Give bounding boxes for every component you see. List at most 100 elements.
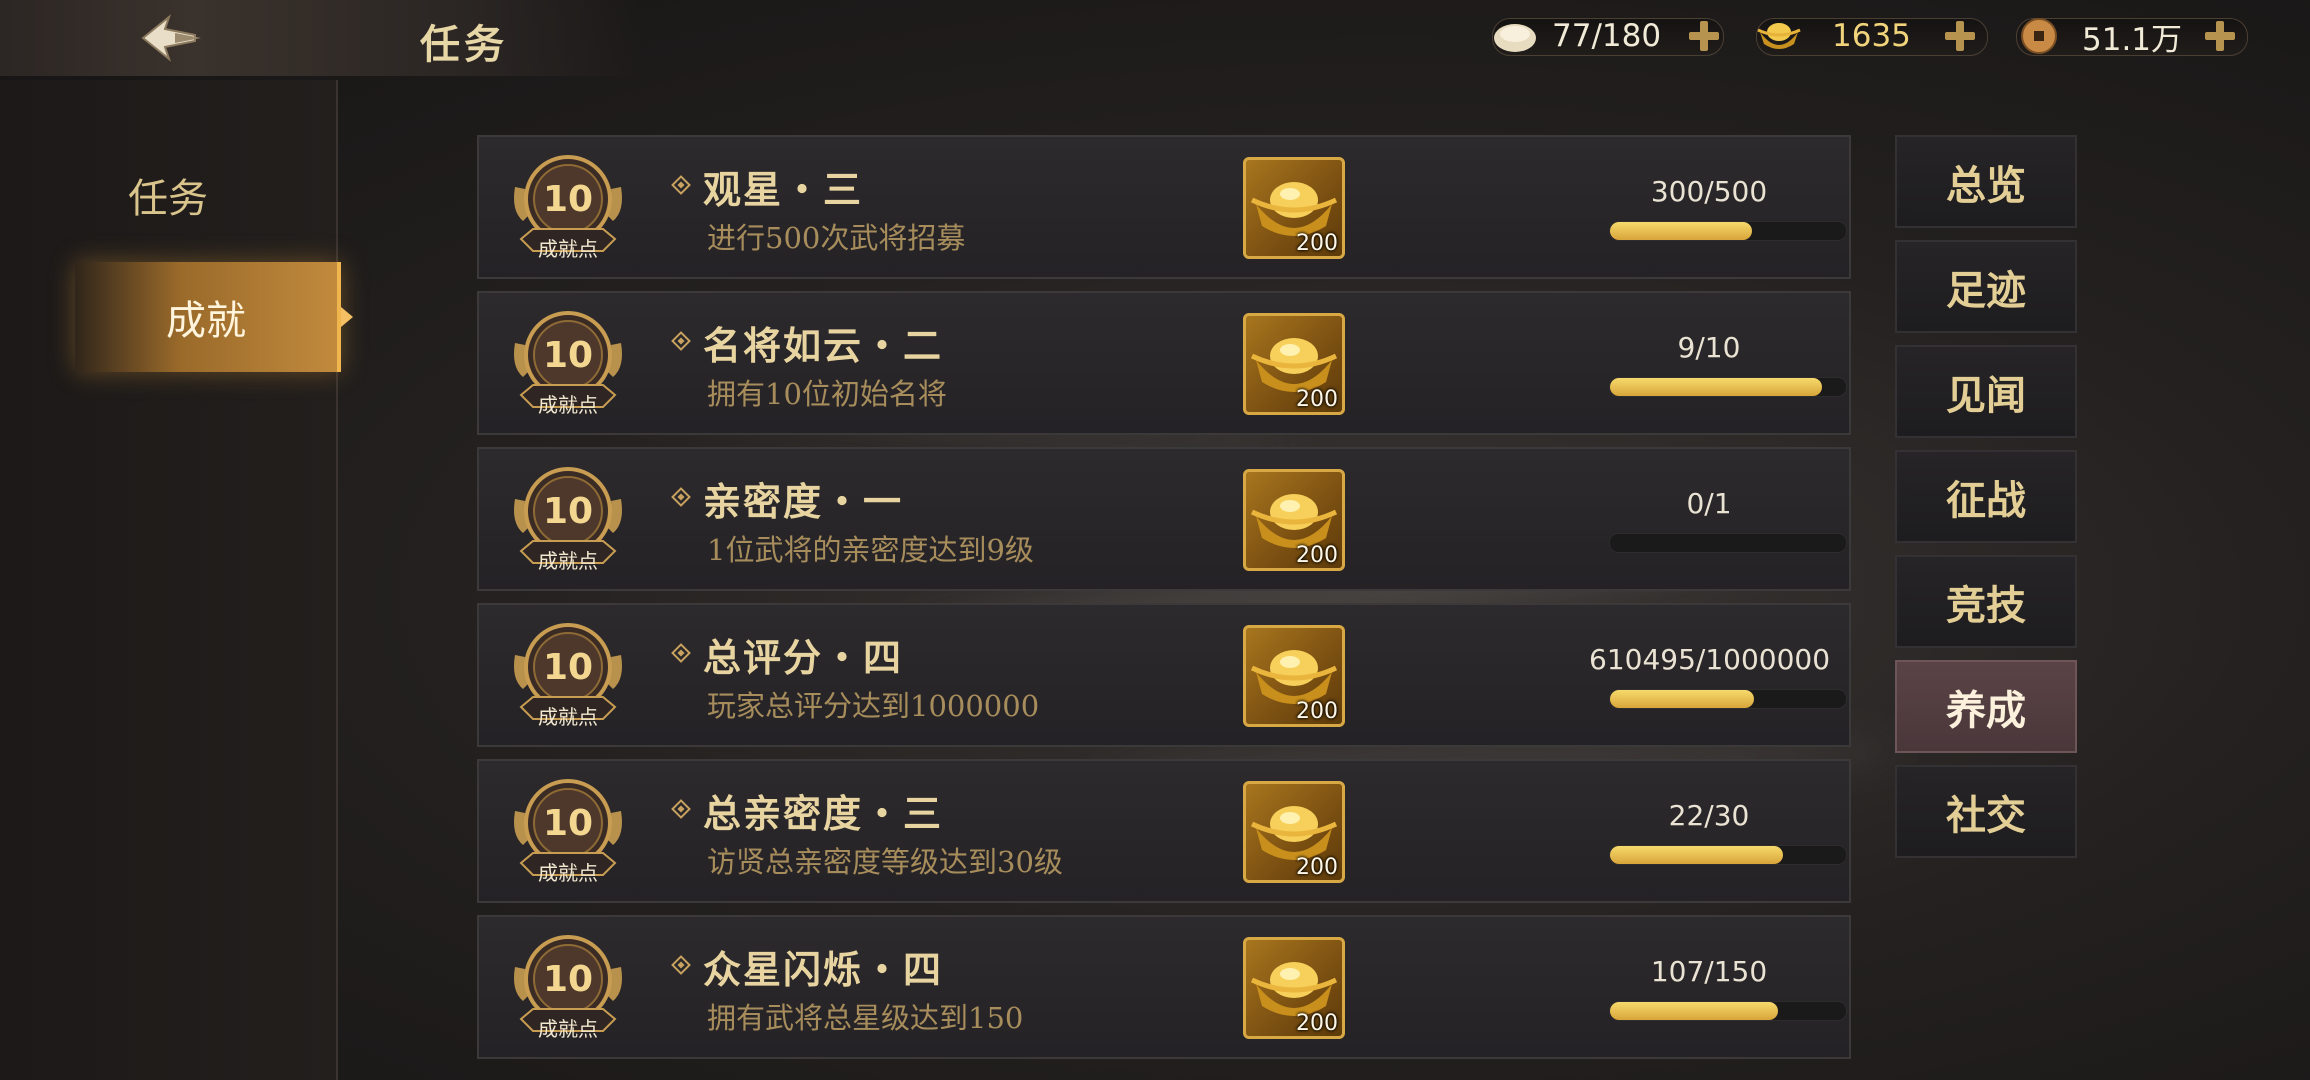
progress-text: 300/500 [1650, 175, 1768, 208]
tab-knowledge[interactable]: 见闻 [1895, 345, 2077, 438]
achievement-name: 观星・三 [703, 167, 864, 212]
achievement-points-label: 成就点 [538, 549, 598, 573]
progress-bar-fill [1610, 846, 1783, 864]
diamond-bullet-icon [671, 799, 691, 819]
tab-label: 竞技 [1946, 581, 2026, 629]
tab-label: 见闻 [1946, 371, 2026, 419]
gold-resource: 1635 [1756, 14, 1990, 58]
achievement-name: 亲密度・一 [703, 479, 904, 524]
diamond-bullet-icon [671, 175, 691, 195]
reward-count: 200 [1296, 699, 1338, 724]
sidebar-item-achievements[interactable]: 成就 [75, 262, 353, 372]
reward-item[interactable]: 200 [1243, 313, 1345, 415]
achievement-row[interactable]: 10 成就点 总评分・四 玩家总评分达到1000000 200 610495/1… [477, 603, 1851, 747]
progress-text: 22/30 [1668, 799, 1750, 832]
back-button[interactable] [135, 10, 205, 66]
achievement-name: 总评分・四 [703, 635, 904, 680]
diamond-bullet-icon [671, 487, 691, 507]
progress-text: 107/150 [1650, 955, 1768, 988]
achievement-name: 总亲密度・三 [703, 791, 944, 836]
tab-cultivation[interactable]: 养成 [1895, 660, 2077, 753]
copper-value: 51.1万 [2082, 21, 2183, 58]
copper-coin-icon [2016, 14, 2062, 58]
achievement-points: 10 [542, 647, 594, 688]
reward-item[interactable]: 200 [1243, 625, 1345, 727]
progress-bar [1609, 845, 1847, 865]
progress-bar [1609, 689, 1847, 709]
achievement-points-label: 成就点 [538, 705, 598, 729]
diamond-bullet-icon [671, 331, 691, 351]
sidebar-item-label: 任务 [128, 176, 208, 222]
reward-item[interactable]: 200 [1243, 937, 1345, 1039]
tab-overview[interactable]: 总览 [1895, 135, 2077, 228]
tab-arena[interactable]: 竞技 [1895, 555, 2077, 648]
progress-text: 610495/1000000 [1589, 643, 1831, 676]
achievement-points-label: 成就点 [538, 237, 598, 261]
achievement-points-label: 成就点 [538, 1017, 598, 1041]
achievement-points-medal: 10 成就点 [509, 151, 627, 267]
reward-item[interactable]: 200 [1243, 157, 1345, 259]
plus-icon [1945, 21, 1975, 51]
gold-value: 1635 [1832, 18, 1911, 54]
reward-count: 200 [1296, 855, 1338, 880]
progress-bar-fill [1610, 690, 1754, 708]
achievement-description: 1位武将的亲密度达到9级 [707, 533, 1034, 567]
gold-ingot-icon [1756, 14, 1802, 58]
achievement-points-medal: 10 成就点 [509, 931, 627, 1047]
tab-social[interactable]: 社交 [1895, 765, 2077, 858]
achievement-points-medal: 10 成就点 [509, 619, 627, 735]
achievement-row[interactable]: 10 成就点 名将如云・二 拥有10位初始名将 200 9/10 [477, 291, 1851, 435]
achievement-description: 拥有10位初始名将 [707, 377, 947, 411]
diamond-bullet-icon [671, 955, 691, 975]
achievement-description: 访贤总亲密度等级达到30级 [707, 845, 1063, 879]
reward-count: 200 [1296, 543, 1338, 568]
progress-bar [1609, 221, 1847, 241]
achievement-row[interactable]: 10 成就点 总亲密度・三 访贤总亲密度等级达到30级 200 22/30 [477, 759, 1851, 903]
reward-count: 200 [1296, 231, 1338, 256]
achievement-points: 10 [542, 179, 594, 220]
achievement-points: 10 [542, 803, 594, 844]
add-copper-button[interactable] [2200, 16, 2240, 56]
achievement-points-medal: 10 成就点 [509, 775, 627, 891]
progress-text: 9/10 [1677, 331, 1741, 364]
progress-bar-fill [1610, 1002, 1779, 1020]
back-arrow-icon [141, 14, 201, 62]
tab-campaign[interactable]: 征战 [1895, 450, 2077, 543]
achievement-row[interactable]: 10 成就点 亲密度・一 1位武将的亲密度达到9级 200 0/1 [477, 447, 1851, 591]
left-sidebar: 任务 成就 [0, 80, 353, 1080]
reward-item[interactable]: 200 [1243, 781, 1345, 883]
achievement-name: 众星闪烁・四 [703, 947, 944, 992]
diamond-bullet-icon [671, 643, 691, 663]
achievement-points-medal: 10 成就点 [509, 307, 627, 423]
add-gold-button[interactable] [1940, 16, 1980, 56]
tab-label: 总览 [1946, 161, 2026, 209]
sidebar-item-label: 成就 [166, 298, 246, 344]
page-title: 任务 [420, 21, 508, 68]
achievement-row[interactable]: 10 成就点 众星闪烁・四 拥有武将总星级达到150 200 107/150 [477, 915, 1851, 1059]
stamina-value: 77/180 [1552, 18, 1662, 54]
achievement-points-label: 成就点 [538, 861, 598, 885]
progress-bar-fill [1610, 222, 1752, 240]
achievement-points: 10 [542, 491, 594, 532]
achievement-description: 进行500次武将招募 [707, 221, 966, 255]
achievement-points-label: 成就点 [538, 393, 598, 417]
progress-text: 0/1 [1686, 487, 1732, 520]
reward-count: 200 [1296, 387, 1338, 412]
add-stamina-button[interactable] [1684, 16, 1724, 56]
tab-label: 社交 [1946, 791, 2026, 839]
achievement-description: 拥有武将总星级达到150 [707, 1001, 1024, 1035]
achievement-points-medal: 10 成就点 [509, 463, 627, 579]
reward-item[interactable]: 200 [1243, 469, 1345, 571]
bun-stamina-icon [1492, 14, 1538, 58]
progress-bar [1609, 377, 1847, 397]
sidebar-item-tasks[interactable]: 任务 [0, 140, 336, 250]
progress-bar [1609, 1001, 1847, 1021]
reward-count: 200 [1296, 1011, 1338, 1036]
achievement-row[interactable]: 10 成就点 观星・三 进行500次武将招募 200 300/500 [477, 135, 1851, 279]
achievement-points: 10 [542, 335, 594, 376]
progress-bar-fill [1610, 378, 1823, 396]
achievement-points: 10 [542, 959, 594, 1000]
tab-footprints[interactable]: 足迹 [1895, 240, 2077, 333]
tab-label: 养成 [1946, 686, 2026, 734]
tab-label: 足迹 [1946, 266, 2026, 314]
